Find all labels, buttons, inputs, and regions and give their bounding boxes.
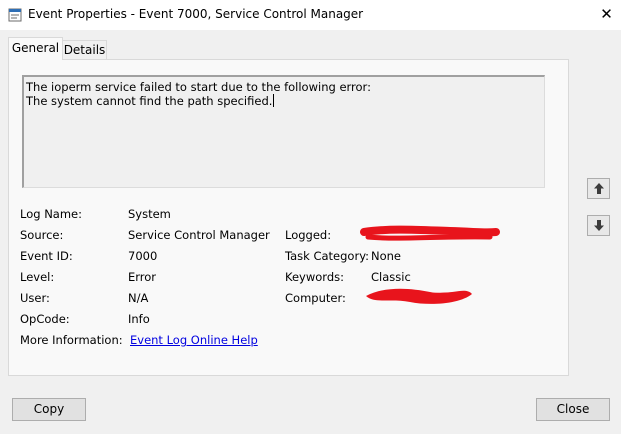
close-window-button[interactable]: ✕ <box>592 0 621 30</box>
event-viewer-icon <box>8 8 22 22</box>
opcode-value[interactable]: Info <box>128 312 150 326</box>
tab-details[interactable]: Details <box>62 40 107 61</box>
tab-general[interactable]: General <box>8 37 63 60</box>
event-id-value[interactable]: 7000 <box>128 249 157 263</box>
text-caret <box>273 94 275 107</box>
keywords-value[interactable]: Classic <box>371 270 411 284</box>
source-label: Source: <box>20 228 64 242</box>
log-name-label: Log Name: <box>20 207 82 221</box>
event-id-label: Event ID: <box>20 249 73 263</box>
computer-value-redaction <box>366 288 472 304</box>
description-line-2: The system cannot find the path specifie… <box>26 94 273 108</box>
event-description-box[interactable]: The ioperm service failed to start due t… <box>22 75 545 188</box>
user-label: User: <box>20 291 50 305</box>
task-category-label: Task Category: <box>285 249 370 263</box>
window-title: Event Properties - Event 7000, Service C… <box>28 7 364 21</box>
level-label: Level: <box>20 270 55 284</box>
keywords-label: Keywords: <box>285 270 344 284</box>
task-category-value[interactable]: None <box>371 249 401 263</box>
logged-label: Logged: <box>285 228 332 242</box>
title-bar: Event Properties - Event 7000, Service C… <box>0 0 621 30</box>
log-name-value[interactable]: System <box>128 207 171 221</box>
computer-label: Computer: <box>285 291 346 305</box>
user-value[interactable]: N/A <box>128 291 148 305</box>
arrow-up-icon <box>594 183 604 194</box>
close-icon: ✕ <box>600 5 613 23</box>
close-button[interactable]: Close <box>536 398 610 421</box>
source-value[interactable]: Service Control Manager <box>128 228 270 242</box>
more-information-label: More Information: <box>20 333 123 347</box>
description-line-1: The ioperm service failed to start due t… <box>26 80 371 94</box>
opcode-label: OpCode: <box>20 312 70 326</box>
next-event-button[interactable] <box>587 215 610 236</box>
copy-button[interactable]: Copy <box>12 398 86 421</box>
previous-event-button[interactable] <box>587 178 610 199</box>
event-log-online-help-link[interactable]: Event Log Online Help <box>130 333 258 347</box>
arrow-down-icon <box>594 220 604 231</box>
level-value[interactable]: Error <box>128 270 156 284</box>
logged-value-redaction <box>360 225 500 241</box>
